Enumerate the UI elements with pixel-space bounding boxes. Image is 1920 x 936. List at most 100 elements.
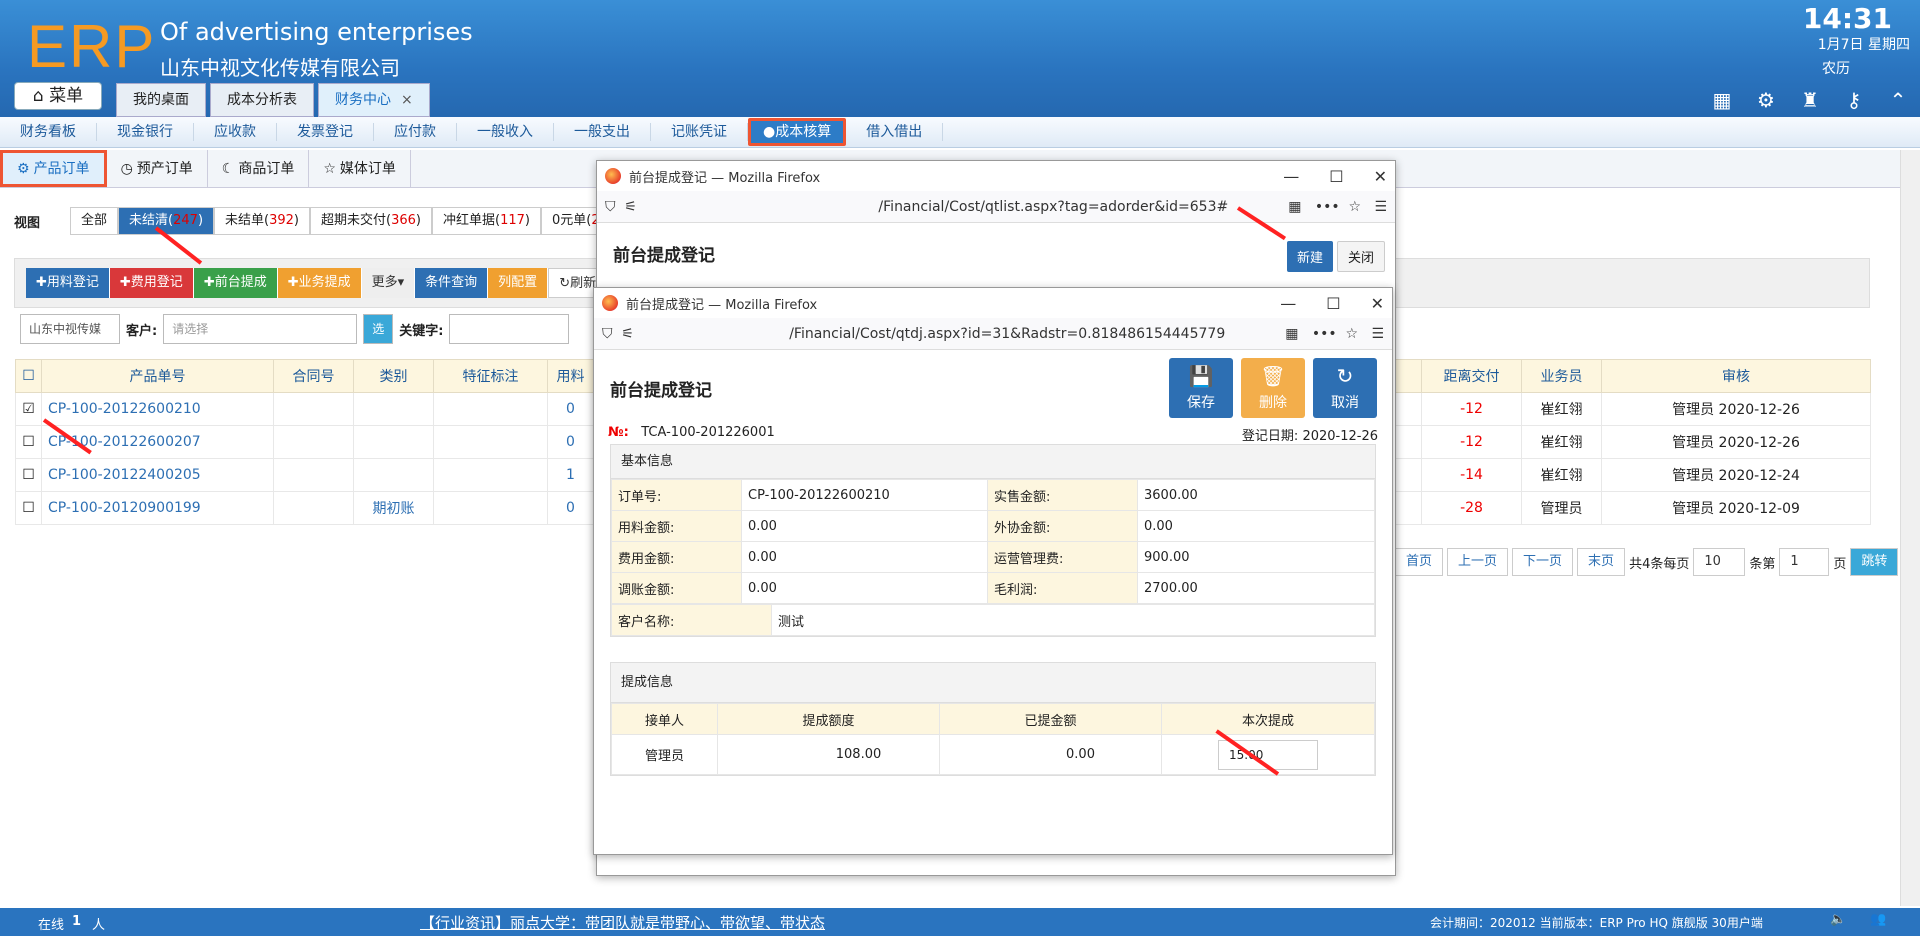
subnav-media-order[interactable]: ☆ 媒体订单: [309, 150, 411, 187]
view-label: 视图: [14, 215, 41, 231]
col-header: 产品单号: [41, 359, 274, 393]
url-text[interactable]: /Financial/Cost/qtdj.aspx?id=31&Radstr=0…: [789, 326, 1225, 342]
expense-register-button[interactable]: ✚费用登记: [109, 268, 194, 298]
cell-id[interactable]: CP-100-20122600210: [41, 392, 274, 426]
cell-audit: 管理员 2020-12-09: [1601, 491, 1871, 525]
cell-id[interactable]: CP-100-20120900199: [41, 491, 274, 525]
shield-icon[interactable]: ⛉: [605, 199, 616, 215]
customer-pick-button[interactable]: 选: [363, 314, 394, 344]
key-icon[interactable]: ⚷: [1842, 88, 1866, 112]
menu-button[interactable]: ⌂ 菜单: [14, 82, 102, 110]
nav-item[interactable]: 应付款: [374, 123, 457, 141]
nav-item[interactable]: 财务看板: [0, 123, 97, 141]
next-page-button[interactable]: 下一页: [1512, 548, 1574, 576]
cell-type: [353, 425, 434, 459]
permissions-icon[interactable]: ⚟: [621, 326, 634, 342]
view-tab-reversal[interactable]: 冲红单据(117): [431, 207, 541, 235]
chevron-up-icon[interactable]: ⌃: [1886, 88, 1910, 112]
row-checkbox[interactable]: ☑: [15, 392, 42, 426]
last-page-button[interactable]: 末页: [1577, 548, 1626, 576]
nav-item[interactable]: 发票登记: [277, 123, 374, 141]
nav-item[interactable]: 应收款: [194, 123, 277, 141]
row-checkbox[interactable]: ☐: [15, 425, 42, 459]
page-scrollbar[interactable]: [1900, 150, 1920, 906]
period-info: 会计期间：202012 当前版本：ERP Pro HQ 旗舰版 30用户端: [1430, 916, 1763, 930]
permissions-icon[interactable]: ⚟: [624, 199, 637, 215]
maximize-icon[interactable]: ☐: [1326, 294, 1340, 313]
delete-button[interactable]: 🗑 删除: [1241, 358, 1305, 418]
subnav-product-order[interactable]: ⚙ 产品订单: [0, 150, 107, 187]
count: 366: [391, 213, 416, 228]
tab-cost-analysis[interactable]: 成本分析表: [210, 83, 314, 117]
row-checkbox[interactable]: ☐: [15, 491, 42, 525]
nav-item[interactable]: 现金银行: [97, 123, 194, 141]
view-tab-open[interactable]: 未结单(392): [214, 207, 310, 235]
nav-item[interactable]: ●成本核算: [748, 118, 847, 146]
field-value: 0.00: [741, 541, 988, 573]
nav-item[interactable]: 一般收入: [457, 123, 554, 141]
users-icon[interactable]: 👥: [1870, 912, 1886, 927]
nav-item[interactable]: 借入借出: [846, 123, 944, 141]
company-select[interactable]: 山东中视传媒: [20, 314, 120, 344]
undo-icon: ↻: [1336, 364, 1354, 388]
minimize-icon[interactable]: —: [1280, 294, 1296, 313]
col-header: 业务员: [1521, 359, 1602, 393]
front-commission-button[interactable]: ✚前台提成: [193, 268, 278, 298]
hamburger-icon[interactable]: ☰: [1371, 326, 1384, 342]
tab-finance-center[interactable]: 财务中心 ×: [318, 83, 430, 117]
cell-empty: [433, 392, 548, 426]
view-tab-all[interactable]: 全部: [70, 207, 119, 235]
star-icon[interactable]: ☆: [1346, 326, 1359, 342]
field-value: 2700.00: [1137, 572, 1375, 604]
keyword-input[interactable]: [449, 314, 570, 344]
more-icon[interactable]: •••: [1312, 326, 1337, 342]
row-checkbox[interactable]: ☐: [15, 458, 42, 492]
nav-item[interactable]: 一般支出: [554, 123, 651, 141]
qr-icon[interactable]: ▦: [1285, 326, 1298, 342]
column-config-button[interactable]: 列配置: [488, 268, 549, 298]
close-icon[interactable]: ✕: [1371, 294, 1384, 313]
select-all-checkbox[interactable]: ☐: [15, 359, 42, 393]
gear-icon[interactable]: ⚙: [1754, 88, 1778, 112]
news-ticker[interactable]: 【行业资讯】丽点大学：带团队就是带野心、带欲望、带状态: [420, 912, 825, 933]
subnav-preproduction-order[interactable]: ◷ 预产订单: [107, 150, 208, 187]
page-input[interactable]: 1: [1779, 548, 1830, 576]
first-page-button[interactable]: 首页: [1395, 548, 1444, 576]
cancel-button[interactable]: ↻ 取消: [1313, 358, 1377, 418]
field-value: 0.00: [741, 572, 988, 604]
subnav-label: 媒体订单: [339, 160, 396, 177]
cell-id[interactable]: CP-100-20122400205: [41, 458, 274, 492]
url-text[interactable]: /Financial/Cost/qtlist.aspx?tag=adorder&…: [878, 199, 1228, 215]
nav-item[interactable]: 记账凭证: [651, 123, 748, 141]
hamburger-icon[interactable]: ☰: [1374, 199, 1387, 215]
tab-desktop[interactable]: 我的桌面: [116, 83, 206, 117]
star-icon[interactable]: ☆: [1349, 199, 1362, 215]
view-tab-unsettled[interactable]: 未结清(247): [118, 207, 215, 235]
close-icon[interactable]: ✕: [1374, 167, 1387, 186]
new-button[interactable]: 新建: [1287, 241, 1334, 272]
page-size-select[interactable]: 10: [1693, 548, 1746, 576]
online-unit: 人: [92, 918, 106, 933]
maximize-icon[interactable]: ☐: [1329, 167, 1343, 186]
more-icon[interactable]: •••: [1315, 199, 1340, 215]
more-button[interactable]: 更多▾: [361, 268, 416, 298]
material-register-button[interactable]: ✚用料登记: [26, 268, 110, 298]
qr-icon[interactable]: ▦: [1288, 199, 1301, 215]
grid-add-icon[interactable]: ▦: [1710, 88, 1734, 112]
close-icon[interactable]: ×: [401, 92, 413, 108]
speaker-icon[interactable]: 🔈: [1830, 912, 1846, 927]
shield-icon[interactable]: ⛉: [602, 326, 613, 342]
minimize-icon[interactable]: —: [1283, 167, 1299, 186]
condition-query-button[interactable]: 条件查询: [415, 268, 489, 298]
close-button[interactable]: 关闭: [1337, 241, 1386, 272]
business-commission-button[interactable]: ✚业务提成: [277, 268, 362, 298]
go-button[interactable]: 跳转: [1850, 548, 1899, 576]
cell-material: 0: [547, 491, 594, 525]
shirt-icon[interactable]: ♜: [1798, 88, 1822, 112]
view-tab-overdue[interactable]: 超期未交付(366): [310, 207, 432, 235]
field-label: 外协金额:: [987, 510, 1138, 542]
save-button[interactable]: 💾 保存: [1169, 358, 1233, 418]
subnav-goods-order[interactable]: ☾ 商品订单: [208, 150, 310, 187]
prev-page-button[interactable]: 上一页: [1447, 548, 1509, 576]
customer-select[interactable]: 请选择: [163, 314, 358, 344]
